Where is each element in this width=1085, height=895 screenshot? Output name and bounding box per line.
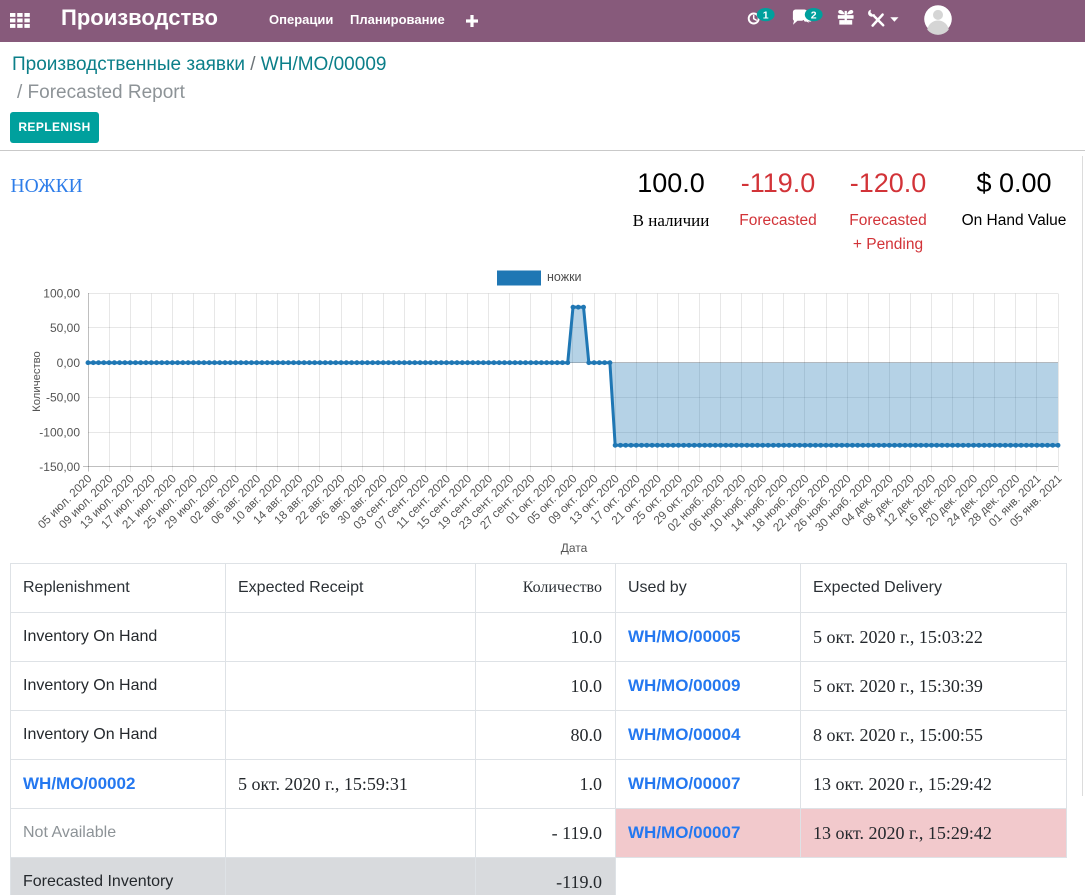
svg-text:-50,00: -50,00	[46, 391, 80, 405]
svg-text:2: 2	[811, 10, 817, 22]
svg-text:0,00: 0,00	[57, 356, 81, 370]
svg-text:-150,00: -150,00	[39, 460, 80, 474]
svg-text:1: 1	[763, 10, 769, 22]
svg-text:Количество: Количество	[31, 351, 43, 412]
svg-text:ножки: ножки	[547, 270, 582, 284]
svg-text:50,00: 50,00	[50, 321, 80, 335]
svg-text:Дата: Дата	[561, 541, 588, 555]
svg-text:100,00: 100,00	[43, 287, 80, 301]
svg-text:-100,00: -100,00	[39, 425, 80, 439]
